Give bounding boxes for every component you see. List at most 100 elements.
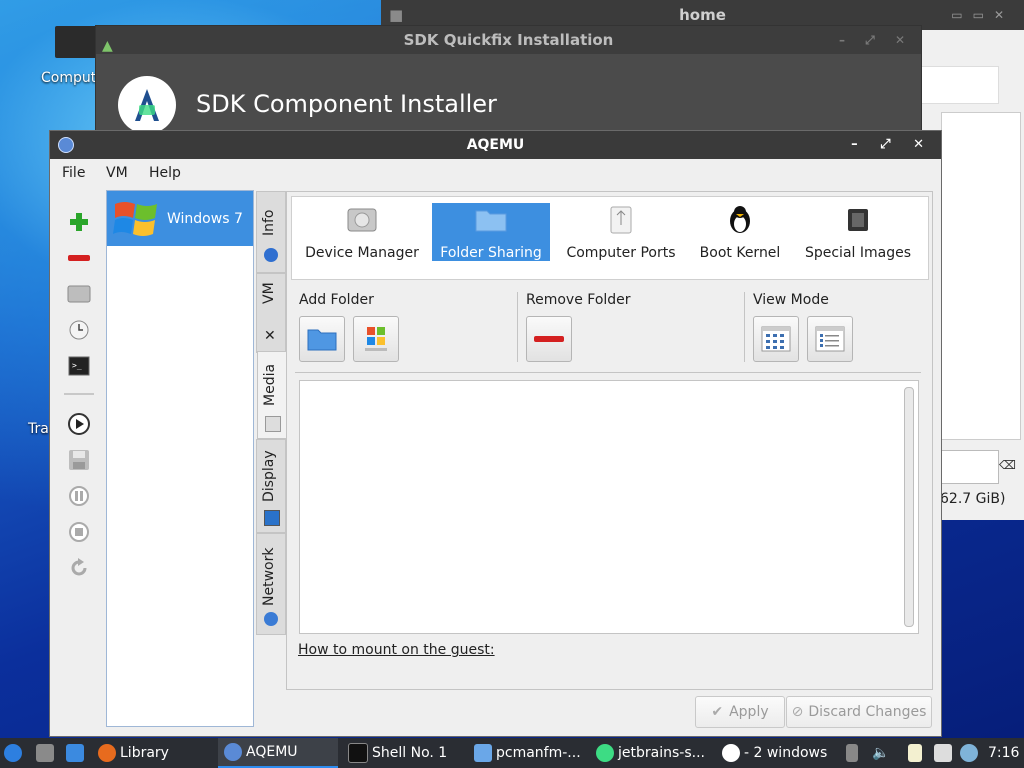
- discard-changes-button[interactable]: ⊘ Discard Changes: [786, 696, 932, 728]
- clipboard-button[interactable]: [908, 738, 926, 768]
- network-icon: [264, 612, 278, 626]
- folder-icon: [475, 210, 507, 232]
- upload-icon: [846, 744, 858, 762]
- menubar: File VM Help: [50, 159, 941, 189]
- group-separator: [744, 292, 745, 362]
- vm-toolbar: >_: [58, 191, 100, 731]
- add-vm-button[interactable]: [62, 207, 96, 237]
- sdk-titlebar[interactable]: ▲ SDK Quickfix Installation – ⤢ ✕: [96, 26, 921, 54]
- add-folder-button[interactable]: [299, 316, 345, 362]
- vm-list-item[interactable]: Windows 7: [107, 191, 253, 246]
- taskbar-item-library[interactable]: Library: [98, 738, 169, 768]
- settings-tabs: Info VM ✕ Media Display Network: [256, 191, 286, 635]
- computer-ports-button[interactable]: Computer Ports: [560, 203, 682, 261]
- save-vm-button[interactable]: [62, 445, 96, 475]
- tab-vm-label: VM: [261, 282, 277, 304]
- aqemu-titlebar[interactable]: AQEMU – ⤢ ✕: [50, 131, 941, 159]
- terminal-icon: [348, 743, 368, 763]
- discard-label: Discard Changes: [808, 704, 927, 720]
- howto-mount-link[interactable]: How to mount on the guest:: [298, 642, 495, 658]
- menu-file[interactable]: File: [62, 165, 85, 181]
- folder-sharing-label: Folder Sharing: [440, 245, 542, 261]
- menu-vm[interactable]: VM: [106, 165, 128, 181]
- boot-kernel-button[interactable]: Boot Kernel: [690, 203, 790, 261]
- clock[interactable]: 7:16: [988, 738, 1019, 768]
- tab-network-label: Network: [261, 547, 277, 606]
- folder-sharing-button[interactable]: Folder Sharing: [432, 203, 550, 261]
- window-controls[interactable]: – ⤢ ✕: [851, 131, 933, 159]
- scrollbar[interactable]: [904, 387, 914, 627]
- free-space-label: 62.7 GiB): [940, 491, 1006, 507]
- taskbar-item-group[interactable]: - 2 windows: [722, 738, 827, 768]
- folder-icon: [474, 744, 492, 762]
- vm-name: Windows 7: [167, 210, 243, 227]
- boot-kernel-label: Boot Kernel: [699, 245, 781, 261]
- svg-text:>_: >_: [72, 361, 82, 370]
- tab-vm[interactable]: VM ✕: [256, 273, 286, 353]
- start-menu-button[interactable]: [4, 738, 26, 768]
- clock-button[interactable]: [62, 315, 96, 345]
- taskbar-item-shell[interactable]: Shell No. 1: [348, 738, 447, 768]
- apply-label: Apply: [729, 704, 769, 720]
- vm-list[interactable]: Windows 7: [106, 190, 254, 727]
- info-icon: [264, 248, 278, 262]
- group-separator: [517, 292, 518, 362]
- android-studio-icon: [722, 744, 740, 762]
- tab-display[interactable]: Display: [256, 439, 286, 533]
- taskbar-item-label: AQEMU: [246, 744, 298, 760]
- taskbar-item-jetbrains[interactable]: jetbrains-s...: [596, 738, 705, 768]
- taskbar-item-label: Shell No. 1: [372, 745, 448, 761]
- remove-vm-button[interactable]: [62, 243, 96, 273]
- tab-info-label: Info: [261, 209, 277, 237]
- show-desktop-button[interactable]: [66, 738, 88, 768]
- menu-help[interactable]: Help: [149, 165, 181, 181]
- tux-icon: [730, 206, 750, 233]
- home-file-pane[interactable]: [941, 112, 1021, 440]
- vm-settings-button[interactable]: [62, 279, 96, 309]
- window-controls[interactable]: ▭▭✕: [951, 0, 1014, 30]
- taskbar-item-label: pcmanfm-...: [496, 745, 581, 761]
- icon-view-button[interactable]: [753, 316, 799, 362]
- tray-upload-icon[interactable]: [846, 738, 862, 768]
- computer-icon[interactable]: [55, 26, 99, 58]
- tab-info[interactable]: Info: [256, 191, 286, 273]
- taskbar-item-aqemu[interactable]: AQEMU: [218, 738, 338, 768]
- special-images-button[interactable]: Special Images: [800, 203, 916, 261]
- pause-vm-button[interactable]: [62, 481, 96, 511]
- device-manager-button[interactable]: Device Manager: [300, 203, 424, 261]
- desktop-icon-label-computer: Comput: [41, 70, 97, 86]
- reset-vm-button[interactable]: [62, 553, 96, 583]
- apply-button[interactable]: ✔ Apply: [695, 696, 785, 728]
- taskbar-item-label: - 2 windows: [744, 745, 828, 761]
- home-search-input[interactable]: [941, 450, 999, 484]
- display-icon: [264, 510, 280, 526]
- remove-folder-button[interactable]: [526, 316, 572, 362]
- list-view-button[interactable]: [807, 316, 853, 362]
- start-menu-icon: [4, 744, 22, 762]
- clock-icon: [69, 320, 89, 340]
- save-icon: [69, 450, 89, 470]
- network-button[interactable]: [934, 738, 956, 768]
- stop-vm-button[interactable]: [62, 517, 96, 547]
- volume-button[interactable]: 🔈: [872, 738, 889, 768]
- media-category-bar: Device Manager Folder Sharing Computer P…: [291, 196, 929, 280]
- desktop-icon: [66, 744, 84, 762]
- folder-sharing-panel: Device Manager Folder Sharing Computer P…: [286, 191, 933, 690]
- taskbar-item-pcmanfm[interactable]: pcmanfm-...: [474, 738, 581, 768]
- tab-network[interactable]: Network: [256, 533, 286, 635]
- taskbar-item-label: jetbrains-s...: [618, 745, 705, 761]
- media-icon: [265, 416, 281, 432]
- add-windows-folder-button[interactable]: [353, 316, 399, 362]
- home-location-field[interactable]: [921, 66, 999, 104]
- tab-media[interactable]: Media: [257, 351, 286, 439]
- window-controls[interactable]: – ⤢ ✕: [839, 26, 913, 54]
- sdk-title: SDK Quickfix Installation: [403, 31, 614, 49]
- shared-folders-list[interactable]: [299, 380, 919, 634]
- start-vm-button[interactable]: [62, 409, 96, 439]
- refresh-icon: [71, 558, 87, 576]
- file-manager-launcher[interactable]: [36, 738, 58, 768]
- terminal-button[interactable]: >_: [62, 351, 96, 381]
- clear-icon[interactable]: ⌫: [999, 458, 1016, 472]
- tab-display-label: Display: [261, 450, 277, 502]
- updates-button[interactable]: [960, 738, 982, 768]
